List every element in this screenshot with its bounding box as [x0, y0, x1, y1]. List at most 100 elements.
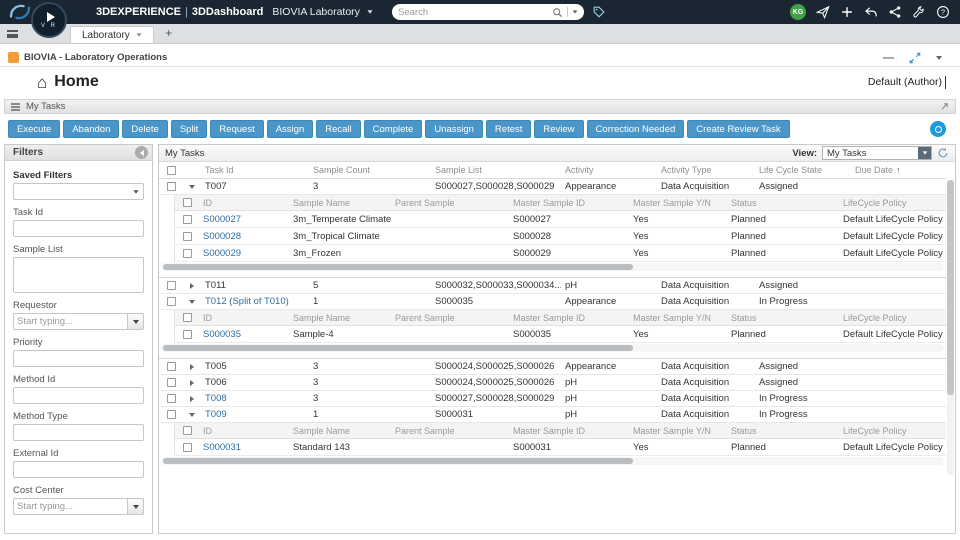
collapse-icon[interactable]	[189, 299, 195, 304]
view-dropdown-button[interactable]	[918, 147, 931, 159]
toolbar-button-create-review-task[interactable]: Create Review Task	[687, 120, 790, 138]
sample-id[interactable]: S000029	[199, 248, 289, 259]
plus-icon[interactable]	[840, 5, 854, 19]
toolbar-button-request[interactable]: Request	[210, 120, 264, 138]
task-row[interactable]: T009 1 S000031 pH Data Acquisition In Progres…	[159, 407, 946, 423]
context-selector[interactable]: Default (Author)	[868, 75, 950, 89]
sub-column-header-parent-sample[interactable]: Parent Sample	[391, 198, 509, 208]
sub-column-header-status[interactable]: Status	[727, 198, 839, 208]
refresh-icon[interactable]	[937, 147, 949, 159]
column-header-sample-list[interactable]: Sample List	[431, 165, 561, 175]
column-header-due-date[interactable]: Due Date ↑	[851, 165, 946, 175]
column-header-activity[interactable]: Activity	[561, 165, 657, 175]
sample-id[interactable]: S000031	[199, 442, 289, 453]
sample-row[interactable]: S000029 3m_Frozen S000029 Yes Planned Default…	[175, 245, 946, 262]
filter-cost-center-input[interactable]	[13, 498, 127, 515]
tag-icon[interactable]	[592, 5, 606, 19]
toolbar-button-split[interactable]: Split	[170, 120, 208, 138]
filter-cost-center-dropdown-button[interactable]	[127, 498, 144, 515]
row-checkbox[interactable]	[166, 182, 176, 191]
toolbar-button-correction-needed[interactable]: Correction Needed	[586, 120, 685, 138]
sub-column-header-master-sample-id[interactable]: Master Sample ID	[509, 313, 629, 323]
sub-column-header-id[interactable]: ID	[199, 313, 289, 323]
filter-saved-filters-select[interactable]	[13, 183, 144, 200]
tab-chevron-icon[interactable]	[136, 33, 142, 37]
section-expand-icon[interactable]	[940, 102, 949, 111]
search-input[interactable]	[398, 6, 552, 18]
expand-icon[interactable]	[190, 363, 194, 370]
subtable-select-all-checkbox[interactable]	[182, 426, 192, 435]
task-id[interactable]: T011	[201, 280, 309, 291]
sample-checkbox[interactable]	[182, 329, 192, 339]
toolbar-button-unassign[interactable]: Unassign	[425, 120, 483, 138]
search-bar[interactable]	[392, 4, 584, 20]
toolbar-button-assign[interactable]: Assign	[266, 120, 314, 138]
compass-icon[interactable]: V R	[31, 2, 67, 38]
sub-column-header-lifecycle-policy[interactable]: LifeCycle Policy	[839, 198, 946, 208]
toolbar-button-complete[interactable]: Complete	[363, 120, 423, 138]
info-icon[interactable]	[930, 121, 946, 137]
task-row[interactable]: T011 5 S000032,S000033,S000034... pH Data Ac…	[159, 278, 946, 294]
sub-column-header-parent-sample[interactable]: Parent Sample	[391, 313, 509, 323]
task-row[interactable]: T012 (Split of T010) 1 S000035 Appearance Da…	[159, 294, 946, 310]
filter-method-id-input[interactable]	[13, 387, 144, 404]
sub-column-header-parent-sample[interactable]: Parent Sample	[391, 426, 509, 436]
toolbar-button-recall[interactable]: Recall	[316, 120, 361, 138]
collapse-icon[interactable]	[189, 184, 195, 189]
row-checkbox[interactable]	[166, 410, 176, 419]
row-checkbox[interactable]	[166, 362, 176, 371]
column-header-activity-type[interactable]: Activity Type	[657, 165, 755, 175]
select-all-checkbox[interactable]	[166, 165, 176, 175]
sub-column-header-master-sample-id[interactable]: Master Sample ID	[509, 426, 629, 436]
search-scope-chevron-icon[interactable]	[572, 10, 578, 14]
toolbar-button-review[interactable]: Review	[534, 120, 584, 138]
sub-column-header-id[interactable]: ID	[199, 426, 289, 436]
toolbar-button-retest[interactable]: Retest	[485, 120, 532, 138]
collapse-filters-button[interactable]	[135, 146, 148, 159]
row-checkbox[interactable]	[166, 394, 176, 403]
sample-checkbox[interactable]	[182, 231, 192, 241]
filter-requestor-dropdown-button[interactable]	[127, 313, 144, 330]
expand-icon[interactable]	[190, 379, 194, 386]
task-row[interactable]: T007 3 S000027,S000028,S000029 Appearance Da…	[159, 179, 946, 195]
sample-row[interactable]: S000028 3m_Tropical Climate S000028 Yes Plan…	[175, 228, 946, 245]
sub-column-header-sample-name[interactable]: Sample Name	[289, 198, 391, 208]
filter-requestor-input[interactable]	[13, 313, 127, 330]
column-header-task-id[interactable]: Task Id	[201, 165, 309, 175]
paper-plane-icon[interactable]	[816, 5, 830, 19]
sample-row[interactable]: S000027 3m_Temperate Climate S000027 Yes Pla…	[175, 211, 946, 228]
task-row[interactable]: T005 3 S000024,S000025,S000026 Appearance Da…	[159, 359, 946, 375]
task-id[interactable]: T008	[201, 393, 309, 404]
sub-column-header-master-sample-y-n[interactable]: Master Sample Y/N	[629, 313, 727, 323]
column-header-life-cycle-state[interactable]: Life Cycle State	[755, 165, 851, 175]
sample-id[interactable]: S000035	[199, 329, 289, 340]
filter-task-id-input[interactable]	[13, 220, 144, 237]
reply-icon[interactable]	[864, 5, 878, 19]
sub-column-header-sample-name[interactable]: Sample Name	[289, 426, 391, 436]
sub-column-header-master-sample-y-n[interactable]: Master Sample Y/N	[629, 426, 727, 436]
sub-column-header-master-sample-id[interactable]: Master Sample ID	[509, 198, 629, 208]
toolbar-button-delete[interactable]: Delete	[122, 120, 168, 138]
scrollbar-thumb[interactable]	[163, 264, 633, 270]
row-checkbox[interactable]	[166, 281, 176, 290]
subtable-select-all-checkbox[interactable]	[182, 198, 192, 207]
sub-column-header-sample-name[interactable]: Sample Name	[289, 313, 391, 323]
task-row[interactable]: T008 3 S000027,S000028,S000029 pH Data Acqui…	[159, 391, 946, 407]
chevron-down-icon[interactable]	[367, 10, 373, 14]
filter-priority-input[interactable]	[13, 350, 144, 367]
task-id[interactable]: T012 (Split of T010)	[201, 296, 309, 307]
minimize-icon[interactable]: —	[883, 52, 894, 63]
help-icon[interactable]: ?	[936, 5, 950, 19]
sub-column-header-master-sample-y-n[interactable]: Master Sample Y/N	[629, 198, 727, 208]
sub-column-header-lifecycle-policy[interactable]: LifeCycle Policy	[839, 313, 946, 323]
sub-column-header-status[interactable]: Status	[727, 313, 839, 323]
chevron-down-icon[interactable]	[936, 55, 942, 60]
sample-row[interactable]: S000035 Sample-4 S000035 Yes Planned Default …	[175, 326, 946, 343]
tools-icon[interactable]	[912, 5, 926, 19]
toolbar-button-execute[interactable]: Execute	[8, 120, 61, 138]
app-switcher[interactable]: BIOVIA Laboratory	[272, 6, 360, 18]
sample-row[interactable]: S000031 Standard 143 S000031 Yes Planned Defa…	[175, 439, 946, 456]
task-id[interactable]: T005	[201, 361, 309, 372]
sample-id[interactable]: S000028	[199, 231, 289, 242]
sample-id[interactable]: S000027	[199, 214, 289, 225]
